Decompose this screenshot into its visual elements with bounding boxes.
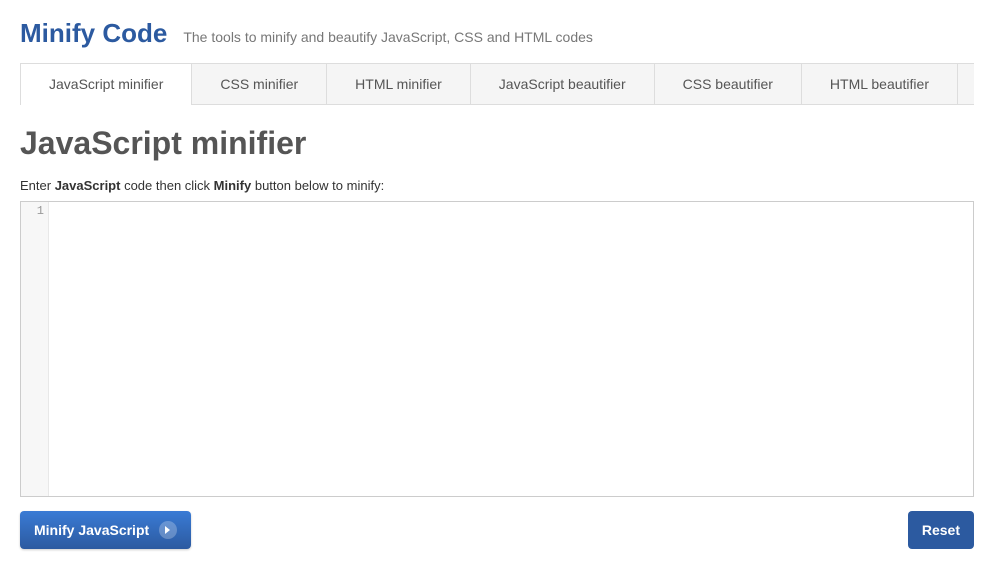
minify-button[interactable]: Minify JavaScript: [20, 511, 191, 549]
instruction: Enter JavaScript code then click Minify …: [20, 178, 974, 193]
code-editor[interactable]: 1: [20, 201, 974, 497]
instruction-text: code then click: [120, 178, 213, 193]
tab-css-beautifier[interactable]: CSS beautifier: [655, 64, 802, 104]
page-title: JavaScript minifier: [20, 125, 974, 162]
tab-js-beautifier[interactable]: JavaScript beautifier: [471, 64, 655, 104]
button-row: Minify JavaScript Reset: [20, 511, 974, 549]
site-title[interactable]: Minify Code: [20, 18, 167, 49]
tabs: JavaScript minifier CSS minifier HTML mi…: [20, 63, 974, 105]
editor-gutter: 1: [21, 202, 49, 496]
tab-css-minifier[interactable]: CSS minifier: [192, 64, 327, 104]
instruction-lang: JavaScript: [55, 178, 121, 193]
editor-textarea[interactable]: [49, 202, 973, 496]
minify-button-label: Minify JavaScript: [34, 522, 149, 538]
header: Minify Code The tools to minify and beau…: [0, 0, 994, 63]
instruction-text: button below to minify:: [251, 178, 384, 193]
arrow-right-icon: [159, 521, 177, 539]
instruction-btn: Minify: [214, 178, 252, 193]
tagline: The tools to minify and beautify JavaScr…: [183, 29, 593, 45]
content: JavaScript minifier Enter JavaScript cod…: [0, 105, 994, 569]
tab-js-minifier[interactable]: JavaScript minifier: [20, 63, 192, 105]
instruction-text: Enter: [20, 178, 55, 193]
line-number: 1: [21, 204, 44, 218]
reset-button[interactable]: Reset: [908, 511, 974, 549]
tab-html-minifier[interactable]: HTML minifier: [327, 64, 471, 104]
tab-html-beautifier[interactable]: HTML beautifier: [802, 64, 958, 104]
